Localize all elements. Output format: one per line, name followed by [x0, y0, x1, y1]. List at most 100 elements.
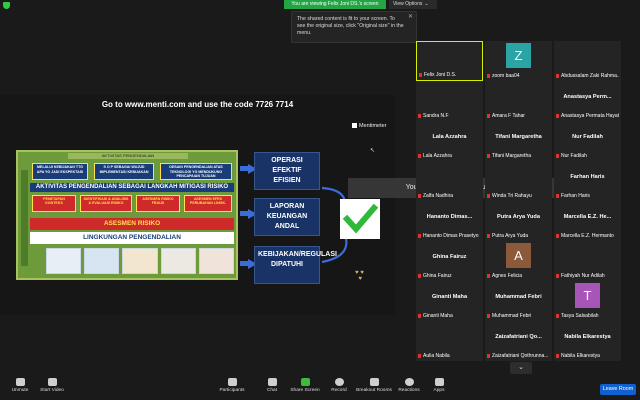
participant-label-text: Hananto Dimas Prasetyo — [423, 233, 479, 239]
participant-tile[interactable]: Fathiyah Nur Adilah — [554, 241, 621, 281]
muted-mic-icon — [487, 194, 490, 198]
muted-mic-icon — [556, 114, 559, 118]
participant-tile[interactable]: Anastasya Perm... Anastasya Permata Hayat… — [554, 81, 621, 121]
participant-tile[interactable]: Muhammad Febri Muhammad Febri — [485, 281, 552, 321]
participant-label: Felix Joni D.S. — [419, 72, 480, 78]
breakout-rooms-icon — [369, 378, 379, 386]
participant-label-text: Muhammad Febri — [492, 313, 532, 319]
participant-label: Nur Fadilah — [556, 153, 619, 159]
muted-mic-icon — [556, 74, 559, 78]
participant-tile[interactable]: T Tasya Salsabilah — [554, 281, 621, 321]
slide-top-box: S O P SEBAGAI WUJUD IMPLEMENTASI KEBIJAK… — [94, 163, 154, 180]
muted-mic-icon — [418, 194, 421, 198]
share-screen-icon — [300, 378, 310, 386]
participant-display-name: Farhan Haris — [570, 174, 605, 180]
start-video-button[interactable]: Start Video — [32, 378, 72, 393]
participant-tile[interactable]: Zaizafatriani Qo... Zaizafatriani Qothrun… — [485, 321, 552, 361]
participant-label-text: Sandra N.F — [423, 113, 449, 119]
view-options-button[interactable]: View Options ⌄ — [389, 0, 437, 9]
participants-label: Participants — [219, 388, 245, 393]
slide-picture — [84, 248, 120, 274]
participant-label: Aulia Nabila — [418, 353, 481, 359]
muted-mic-icon — [487, 74, 490, 78]
participant-display-name: Tifani Margaretha — [495, 134, 542, 140]
participant-label: Farhan Haris — [556, 193, 619, 199]
tooltip-text: The shared content is fit to your screen… — [297, 16, 404, 36]
participant-tile[interactable]: Marcella E.Z. He... Marcella E.Z. Hermant… — [554, 201, 621, 241]
participant-tile[interactable]: Sandra N.F — [416, 81, 483, 121]
view-options-label: View Options — [393, 1, 423, 7]
breakout-rooms-button[interactable]: Breakout Rooms — [354, 378, 394, 393]
participant-tile[interactable]: Winda Tri Rahayu — [485, 161, 552, 201]
muted-mic-icon — [487, 314, 490, 318]
security-shield-icon[interactable] — [3, 2, 10, 9]
chevron-down-icon: ⌄ — [424, 1, 429, 7]
participant-tile[interactable]: Ghina Fairuz Ghina Fairuz — [416, 241, 483, 281]
breakout-rooms-label: Breakout Rooms — [356, 388, 392, 393]
participant-label-text: Zalfa Nadhira — [423, 193, 454, 199]
participant-tile[interactable]: Zalfa Nadhira — [416, 161, 483, 201]
slide-top-box: DESAIN PENGENDALIAN ATAS TEKNOLOGI YG ME… — [160, 163, 232, 180]
slide-diagram: AKTIVITAS PENGENDALIAN MELALUI KEBIJAKAN… — [16, 150, 238, 280]
slide-side-label — [21, 170, 28, 266]
participant-label: Ghina Fairuz — [418, 273, 481, 279]
participant-tile[interactable]: Farhan Haris Farhan Haris — [554, 161, 621, 201]
participant-tile[interactable]: Nur Fadilah Nur Fadilah — [554, 121, 621, 161]
participant-tile[interactable]: A Agnes Felicia — [485, 241, 552, 281]
arrow-stem — [240, 261, 248, 266]
participant-label: Zaizafatriani Qothrunna... — [487, 353, 550, 359]
participant-tile[interactable]: Putra Arya Yuda Putra Arya Yuda — [485, 201, 552, 241]
participant-label: Muhammad Febri — [487, 313, 550, 319]
risk-box: ASESMEN RISIKO FRAUD — [136, 195, 180, 212]
participant-tile[interactable]: Nabila Elkarestya Nabila Elkarestya — [554, 321, 621, 361]
muted-mic-icon — [418, 234, 421, 238]
participant-tile[interactable]: Hananto Dimas... Hananto Dimas Prasetyo — [416, 201, 483, 241]
participant-tile[interactable]: Aulia Nabila — [416, 321, 483, 361]
participant-label: Marcella E.Z. Hermanto — [556, 233, 619, 239]
participant-tile[interactable]: Amara F Tahar — [485, 81, 552, 121]
chat-label: Chat — [266, 388, 278, 393]
participant-label: Tifani Margaretha — [487, 153, 550, 159]
slide-picture — [198, 248, 235, 274]
participant-label-text: Tifani Margaretha — [492, 153, 531, 159]
leave-room-button[interactable]: Leave Room — [600, 384, 636, 395]
participant-label-text: Ghina Fairuz — [423, 273, 452, 279]
slide-band-title: AKTIVITAS PENGENDALIAN SEBAGAI LANGKAH M… — [30, 183, 234, 192]
participant-tile[interactable]: Felix Joni D.S. — [416, 41, 483, 81]
participant-label: Amara F Tahar — [487, 113, 550, 119]
reactions-label: Reactions — [398, 388, 420, 393]
close-icon[interactable]: ✕ — [408, 14, 413, 21]
participant-label: Ginanti Maha — [418, 313, 481, 319]
participant-label: Hananto Dimas Prasetyo — [418, 233, 481, 239]
participant-label: Abdussalam Zaki Rahma... — [556, 73, 619, 79]
muted-mic-icon — [487, 154, 490, 158]
participant-label: Winda Tri Rahayu — [487, 193, 550, 199]
participant-tile[interactable]: Ginanti Maha Ginanti Maha — [416, 281, 483, 321]
gallery-next-page-button[interactable]: ⌄ — [510, 362, 532, 374]
muted-mic-icon — [418, 314, 421, 318]
mentimeter-icon — [352, 123, 357, 128]
participant-label-text: Felix Joni D.S. — [424, 72, 457, 78]
mentimeter-label: Mentimeter — [359, 123, 387, 129]
participant-label-text: Ginanti Maha — [423, 313, 453, 319]
record-button[interactable]: Record — [319, 378, 359, 393]
chat-icon — [267, 378, 277, 386]
participant-label-text: Anastasya Permata Hayati — [561, 113, 619, 119]
participant-tile[interactable]: Zzoom baa04 — [485, 41, 552, 81]
participant-display-name: Ginanti Maha — [431, 294, 468, 300]
risk-box: IDENTIFIKASI & ANALISIS & EVALUASI RISIK… — [80, 195, 132, 212]
participant-tile[interactable]: Abdussalam Zaki Rahma... — [554, 41, 621, 81]
slide-pictures — [46, 248, 235, 274]
participant-label-text: Nur Fadilah — [561, 153, 587, 159]
start-video-label: Start Video — [40, 388, 64, 393]
participant-label: Lala Azzahra — [418, 153, 481, 159]
participant-tile[interactable]: Lala Azzahra Lala Azzahra — [416, 121, 483, 161]
participant-tile[interactable]: Tifani Margaretha Tifani Margaretha — [485, 121, 552, 161]
participant-label-text: Fathiyah Nur Adilah — [561, 273, 605, 279]
participant-display-name: Zaizafatriani Qo... — [495, 334, 542, 340]
risk-box: PENETAPAN KONTEKS — [32, 195, 76, 212]
apps-button[interactable]: Apps — [419, 378, 459, 393]
participant-display-name: Marcella E.Z. He... — [563, 214, 612, 220]
record-label: Record — [331, 388, 347, 393]
participant-display-name: Nabila Elkarestya — [564, 334, 611, 340]
